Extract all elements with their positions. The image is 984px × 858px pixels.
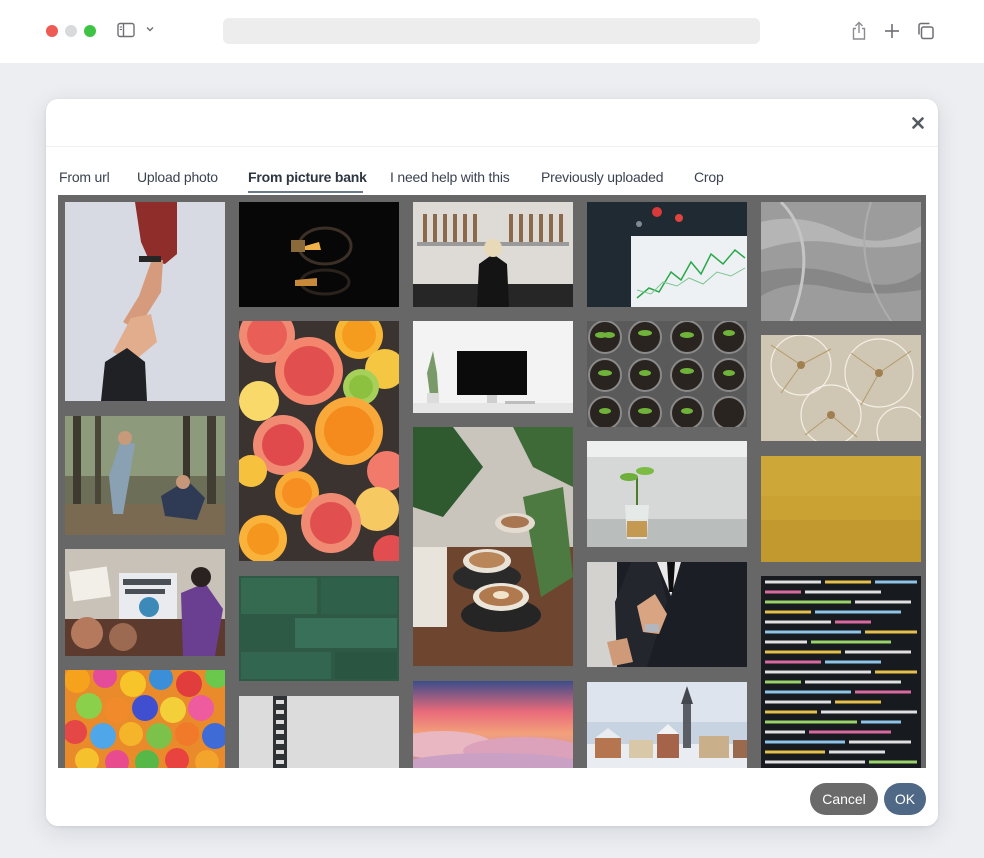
browser-toolbar: [0, 0, 984, 63]
code-screen-image: [761, 576, 921, 768]
photo-climate-protest[interactable]: [65, 549, 225, 656]
seedlings-tray-image: [587, 321, 747, 427]
image-picker-modal: From url Upload photo From picture bank …: [46, 99, 938, 826]
photo-winter-town[interactable]: [587, 682, 747, 768]
photo-light-bulb[interactable]: [239, 202, 399, 307]
window-minimize-dot[interactable]: [65, 25, 77, 37]
hands-reaching-image: [65, 202, 225, 401]
tabs-overview-icon[interactable]: [916, 20, 936, 42]
photo-forest-children[interactable]: [65, 416, 225, 535]
climate-protest-image: [65, 549, 225, 656]
film-strip-image: [239, 696, 399, 768]
tab-crop[interactable]: Crop: [694, 167, 724, 187]
sidebar-icon[interactable]: [117, 22, 135, 38]
businessman-suit-image: [587, 562, 747, 667]
window-zoom-dot[interactable]: [84, 25, 96, 37]
photo-grey-texture[interactable]: [761, 202, 921, 321]
tab-previously-uploaded[interactable]: Previously uploaded: [541, 167, 663, 187]
photo-businessman-suit[interactable]: [587, 562, 747, 667]
photo-beer-taps[interactable]: [413, 202, 573, 307]
forest-children-image: [65, 416, 225, 535]
tab-upload-photo[interactable]: Upload photo: [137, 167, 218, 187]
sunset-clouds-image: [413, 681, 573, 768]
photo-hands-reaching[interactable]: [65, 202, 225, 401]
photo-dandelion-seeds[interactable]: [761, 335, 921, 441]
citrus-slices-image: [239, 321, 399, 561]
picture-bank-gallery[interactable]: [58, 195, 926, 768]
photo-sunset-clouds[interactable]: [413, 681, 573, 768]
tab-need-help[interactable]: I need help with this: [390, 167, 510, 187]
gold-texture-image: [761, 456, 921, 562]
tab-from-picture-bank[interactable]: From picture bank: [248, 167, 367, 187]
photo-green-tiles[interactable]: [239, 576, 399, 681]
photo-seedlings-tray[interactable]: [587, 321, 747, 427]
window-close-dot[interactable]: [46, 25, 58, 37]
chevron-down-icon[interactable]: [145, 24, 155, 34]
photo-gold-texture[interactable]: [761, 456, 921, 562]
modal-header: [46, 99, 938, 147]
light-bulb-image: [239, 202, 399, 307]
grey-texture-image: [761, 202, 921, 321]
desk-monitor-image: [413, 321, 573, 413]
photo-stock-chart[interactable]: [587, 202, 747, 307]
plant-coins-jar-image: [587, 441, 747, 547]
beer-taps-image: [413, 202, 573, 307]
stock-chart-image: [587, 202, 747, 307]
share-icon[interactable]: [849, 20, 869, 42]
photo-desk-monitor[interactable]: [413, 321, 573, 413]
address-bar[interactable]: [223, 18, 760, 44]
photo-latte-cups[interactable]: [413, 427, 573, 666]
latte-cups-image: [413, 427, 573, 666]
dandelion-seeds-image: [761, 335, 921, 441]
plus-icon[interactable]: [882, 20, 902, 42]
photo-citrus-slices[interactable]: [239, 321, 399, 561]
cancel-button[interactable]: Cancel: [810, 783, 878, 815]
photo-colorful-balls[interactable]: [65, 670, 225, 768]
active-tab-indicator: [248, 191, 363, 193]
tab-from-url[interactable]: From url: [59, 167, 110, 187]
modal-footer: [46, 768, 938, 826]
photo-code-screen[interactable]: [761, 576, 921, 768]
close-icon[interactable]: [910, 115, 926, 131]
green-tiles-image: [239, 576, 399, 681]
photo-plant-coins-jar[interactable]: [587, 441, 747, 547]
photo-film-strip[interactable]: [239, 696, 399, 768]
colorful-balls-image: [65, 670, 225, 768]
winter-town-image: [587, 682, 747, 768]
ok-button[interactable]: OK: [884, 783, 926, 815]
